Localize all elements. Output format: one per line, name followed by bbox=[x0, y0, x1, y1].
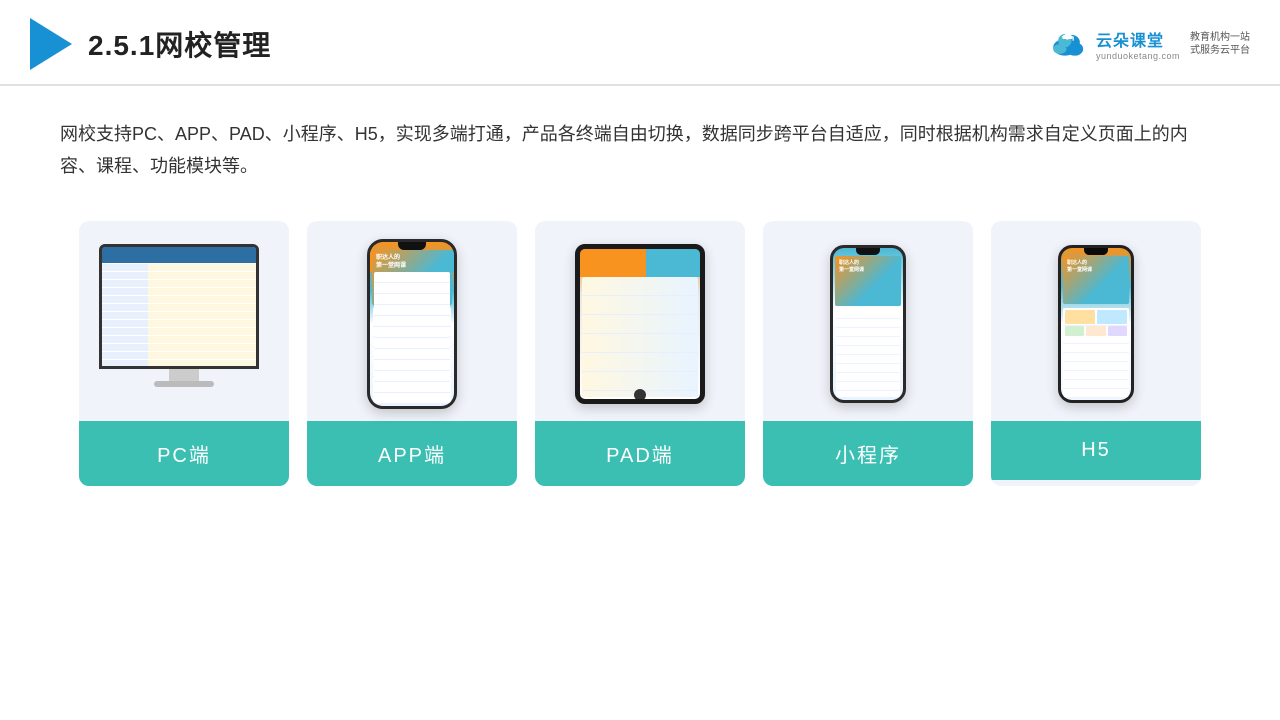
brand-text-block: 云朵课堂 yunduoketang.com bbox=[1096, 27, 1180, 61]
app-device-icon bbox=[367, 239, 457, 409]
mini-device-icon bbox=[830, 245, 906, 403]
card-pad: 职达人的第一堂网课 PAD端 bbox=[535, 221, 745, 486]
brand-logo: 云朵课堂 yunduoketang.com 教育机构一站式服务云平台 bbox=[1048, 27, 1250, 61]
pc-device-icon bbox=[99, 244, 269, 404]
header-right: 云朵课堂 yunduoketang.com 教育机构一站式服务云平台 bbox=[1048, 27, 1250, 61]
logo-triangle-icon bbox=[30, 18, 72, 70]
card-h5: 职达人的 第一堂网课 H5 bbox=[991, 221, 1201, 486]
card-label-app: APP端 bbox=[307, 421, 517, 486]
card-image-mini bbox=[763, 221, 973, 421]
header: 2.5.1网校管理 云朵课堂 yunduoketang.com 教育机构一站式服… bbox=[0, 0, 1280, 86]
cloud-icon bbox=[1048, 29, 1090, 59]
brand-slogan: 教育机构一站式服务云平台 bbox=[1190, 31, 1250, 57]
cards-container: PC端 APP端 职达人的第一堂网课 bbox=[0, 193, 1280, 516]
card-pc: PC端 bbox=[79, 221, 289, 486]
description-text: 网校支持PC、APP、PAD、小程序、H5，实现多端打通，产品各终端自由切换，数… bbox=[0, 86, 1280, 193]
page-title: 2.5.1网校管理 bbox=[88, 24, 271, 64]
card-label-pad: PAD端 bbox=[535, 421, 745, 486]
brand-name: 云朵课堂 bbox=[1096, 27, 1164, 51]
header-left: 2.5.1网校管理 bbox=[30, 18, 271, 70]
card-app: APP端 bbox=[307, 221, 517, 486]
card-label-h5: H5 bbox=[991, 421, 1201, 480]
card-label-pc: PC端 bbox=[79, 421, 289, 486]
description-content: 网校支持PC、APP、PAD、小程序、H5，实现多端打通，产品各终端自由切换，数… bbox=[60, 124, 1188, 176]
card-image-app bbox=[307, 221, 517, 421]
pad-device-icon: 职达人的第一堂网课 bbox=[575, 244, 705, 404]
card-image-h5: 职达人的 第一堂网课 bbox=[991, 221, 1201, 421]
brand-url: yunduoketang.com bbox=[1096, 51, 1180, 61]
h5-device-icon: 职达人的 第一堂网课 bbox=[1058, 245, 1134, 403]
card-label-mini: 小程序 bbox=[763, 421, 973, 486]
card-mini: 小程序 bbox=[763, 221, 973, 486]
card-image-pad: 职达人的第一堂网课 bbox=[535, 221, 745, 421]
card-image-pc bbox=[79, 221, 289, 421]
